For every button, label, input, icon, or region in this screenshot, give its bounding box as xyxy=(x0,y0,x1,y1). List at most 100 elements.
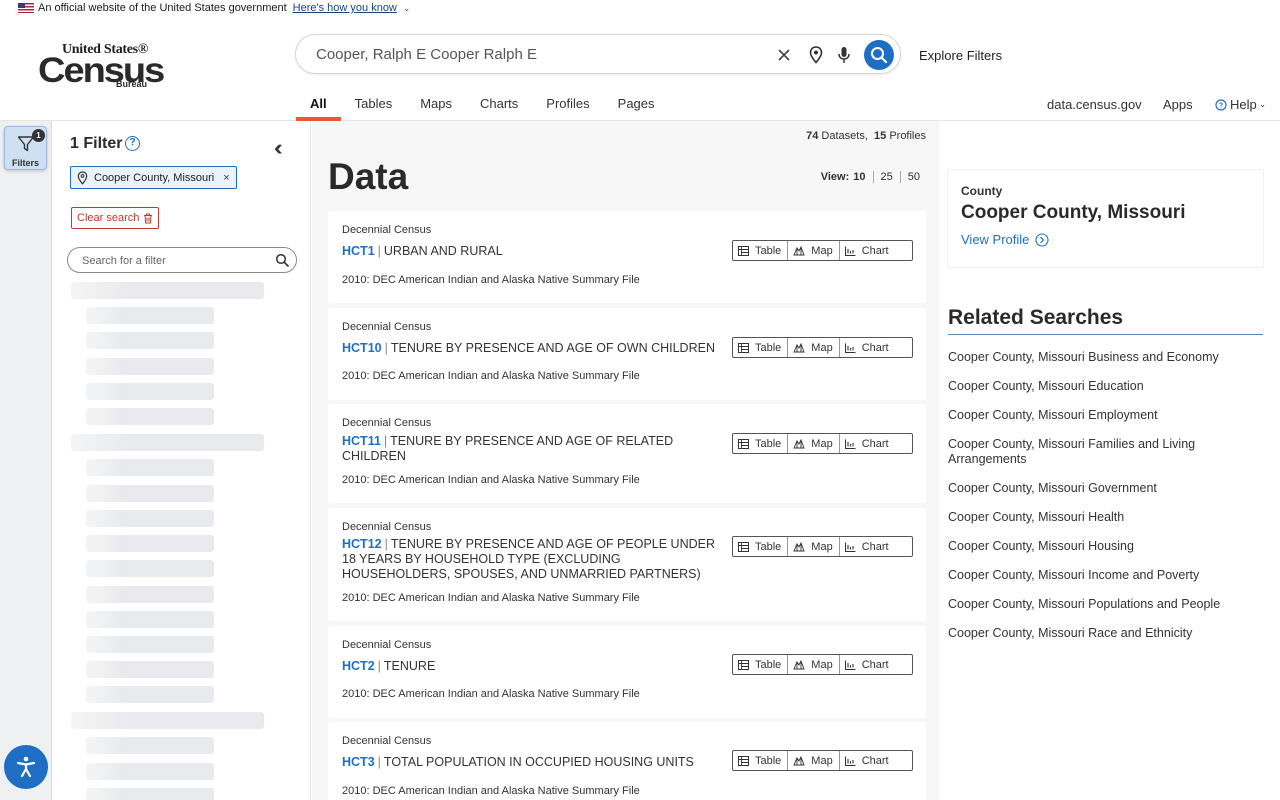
table-button[interactable]: Table xyxy=(733,751,789,770)
view-button-group: Table Map Chart xyxy=(732,433,913,454)
result-code[interactable]: HCT10 xyxy=(342,341,382,355)
result-title[interactable]: HCT1 | URBAN AND RURAL xyxy=(342,244,727,259)
chart-button[interactable]: Chart xyxy=(840,655,895,674)
microphone-icon[interactable] xyxy=(834,45,854,65)
related-search-link[interactable]: Cooper County, Missouri Populations and … xyxy=(948,597,1268,612)
skeleton-placeholder xyxy=(86,737,214,754)
related-search-link[interactable]: Cooper County, Missouri Income and Pover… xyxy=(948,568,1248,583)
related-search-link[interactable]: Cooper County, Missouri Race and Ethnici… xyxy=(948,626,1248,641)
clear-search-button[interactable]: Clear search xyxy=(71,207,160,229)
clear-icon[interactable] xyxy=(774,45,794,65)
chart-icon xyxy=(844,756,856,766)
data-census-gov-link[interactable]: data.census.gov xyxy=(1047,97,1142,112)
related-search-link[interactable]: Cooper County, Missouri Education xyxy=(948,379,1248,394)
result-dataset: 2010: DEC American Indian and Alaska Nat… xyxy=(342,785,640,797)
skeleton-placeholder xyxy=(86,560,214,577)
result-code[interactable]: HCT3 xyxy=(342,755,375,769)
result-code[interactable]: HCT1 xyxy=(342,244,375,258)
chevron-down-icon[interactable]: ⌄ xyxy=(403,3,411,14)
map-button[interactable]: Map xyxy=(788,434,840,453)
table-button[interactable]: Table xyxy=(733,338,789,357)
related-search-link[interactable]: Cooper County, Missouri Government xyxy=(948,481,1248,496)
remove-filter-icon[interactable]: × xyxy=(223,172,229,184)
chart-button[interactable]: Chart xyxy=(840,338,895,357)
chart-icon xyxy=(844,343,856,353)
filter-chip[interactable]: Cooper County, Missouri × xyxy=(70,166,237,189)
table-button-label: Table xyxy=(755,658,782,671)
table-button[interactable]: Table xyxy=(733,655,789,674)
related-search-link[interactable]: Cooper County, Missouri Housing xyxy=(948,539,1248,554)
result-source: Decennial Census xyxy=(342,321,432,333)
apps-link[interactable]: Apps xyxy=(1163,97,1193,112)
result-code[interactable]: HCT12 xyxy=(342,537,382,551)
related-search-link[interactable]: Cooper County, Missouri Families and Liv… xyxy=(948,437,1238,467)
location-icon xyxy=(77,170,88,185)
double-chevron-left-icon[interactable]: ‹‹ xyxy=(274,135,282,161)
skeleton-placeholder xyxy=(86,358,214,375)
tab-maps[interactable]: Maps xyxy=(406,89,466,121)
help-circle-icon[interactable]: ? xyxy=(125,136,140,151)
explore-filters-link[interactable]: Explore Filters xyxy=(919,48,1002,63)
chart-button[interactable]: Chart xyxy=(840,537,895,556)
result-card: Decennial Census HCT3 | TOTAL POPULATION I… xyxy=(328,722,926,800)
result-title[interactable]: HCT11 | TENURE BY PRESENCE AND AGE OF RELA… xyxy=(342,434,677,464)
chart-button[interactable]: Chart xyxy=(840,434,895,453)
table-button[interactable]: Table xyxy=(733,434,789,453)
skeleton-placeholder xyxy=(86,408,214,425)
help-menu[interactable]: ? Help ⌄ xyxy=(1215,97,1266,112)
related-search-link[interactable]: Cooper County, Missouri Employment xyxy=(948,408,1248,423)
chart-button-label: Chart xyxy=(861,540,889,553)
map-button[interactable]: Map xyxy=(788,655,840,674)
result-title[interactable]: HCT12 | TENURE BY PRESENCE AND AGE OF PEOP… xyxy=(342,537,727,582)
view-option-10[interactable]: 10 xyxy=(853,171,872,183)
view-option-25[interactable]: 25 xyxy=(872,171,900,183)
result-title-text: TENURE BY PRESENCE AND AGE OF RELATED CH… xyxy=(342,434,674,463)
map-button[interactable]: Map xyxy=(788,751,840,770)
heres-how-you-know-link[interactable]: Here's how you know xyxy=(293,2,397,14)
skeleton-placeholder xyxy=(86,510,214,527)
table-button[interactable]: Table xyxy=(733,241,789,260)
related-search-link[interactable]: Cooper County, Missouri Business and Eco… xyxy=(948,350,1248,365)
tab-profiles[interactable]: Profiles xyxy=(532,89,603,121)
tab-pages[interactable]: Pages xyxy=(604,89,669,121)
search-button[interactable] xyxy=(864,40,894,70)
tab-charts[interactable]: Charts xyxy=(466,89,532,121)
map-button[interactable]: Map xyxy=(788,338,840,357)
filters-toggle-button[interactable]: 1 Filters xyxy=(4,126,47,170)
filter-chip-label: Cooper County, Missouri xyxy=(94,171,215,184)
tab-all[interactable]: All xyxy=(296,89,341,121)
tab-tables[interactable]: Tables xyxy=(341,89,407,121)
location-icon[interactable] xyxy=(806,45,826,65)
map-button[interactable]: Map xyxy=(788,241,840,260)
related-search-link[interactable]: Cooper County, Missouri Health xyxy=(948,510,1248,525)
census-logo[interactable]: United States® Census Bureau xyxy=(38,42,165,90)
accessibility-button[interactable] xyxy=(4,745,48,789)
result-title-text: TENURE xyxy=(383,659,436,673)
chart-button-label: Chart xyxy=(861,244,889,257)
result-dataset: 2010: DEC American Indian and Alaska Nat… xyxy=(342,592,640,604)
result-source: Decennial Census xyxy=(342,639,432,651)
search-input[interactable]: Cooper, Ralph E Cooper Ralph E xyxy=(316,46,537,63)
result-code[interactable]: HCT2 xyxy=(342,659,375,673)
map-button[interactable]: Map xyxy=(788,537,840,556)
result-source: Decennial Census xyxy=(342,417,432,429)
search-icon xyxy=(871,47,888,64)
view-button-group: Table Map Chart xyxy=(732,654,913,675)
filter-panel: 1 Filter ? ‹‹ Cooper County, Missouri × … xyxy=(53,121,311,800)
view-profile-link[interactable]: View Profile xyxy=(961,232,1049,247)
chart-button[interactable]: Chart xyxy=(840,751,895,770)
chart-button[interactable]: Chart xyxy=(840,241,895,260)
chevron-down-icon: ⌄ xyxy=(1258,99,1267,109)
skeleton-placeholder xyxy=(86,661,214,678)
arrow-circle-icon xyxy=(1035,232,1049,247)
skeleton-placeholder xyxy=(71,434,264,451)
result-code[interactable]: HCT11 xyxy=(342,434,381,448)
table-button[interactable]: Table xyxy=(733,537,789,556)
view-option-50[interactable]: 50 xyxy=(899,171,927,183)
filter-search-input[interactable]: Search for a filter xyxy=(67,247,297,273)
view-profile-label: View Profile xyxy=(961,232,1030,247)
result-title[interactable]: HCT3 | TOTAL POPULATION IN OCCUPIED HOUSIN… xyxy=(342,755,727,770)
result-title[interactable]: HCT10 | TENURE BY PRESENCE AND AGE OF OWN … xyxy=(342,341,727,356)
result-title[interactable]: HCT2 | TENURE xyxy=(342,659,727,674)
result-title-text: TOTAL POPULATION IN OCCUPIED HOUSING UNI… xyxy=(383,755,694,769)
